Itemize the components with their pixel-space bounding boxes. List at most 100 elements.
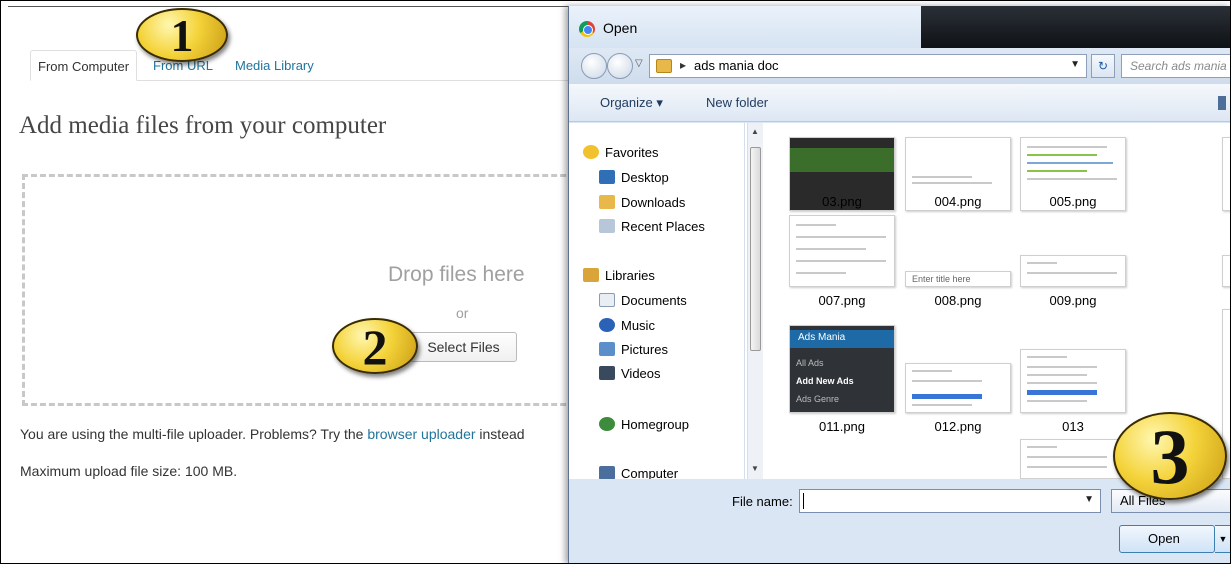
drop-zone[interactable] <box>22 174 602 406</box>
callout-step-3: 3 <box>1113 412 1227 500</box>
callout-step-2: 2 <box>332 318 418 374</box>
nav-documents[interactable]: Documents <box>599 293 687 308</box>
file-thumbnail[interactable] <box>1222 137 1231 211</box>
uploader-note-suffix: instead <box>475 426 525 442</box>
browser-uploader-link[interactable]: browser uploader <box>367 426 475 442</box>
file-name-label: File name: <box>732 494 793 509</box>
dialog-footer: File name: ▼ All Files Open ▼ <box>569 479 1231 564</box>
tab-media-library[interactable]: Media Library <box>228 50 321 81</box>
file-name[interactable]: 007.png <box>789 293 895 308</box>
file-name[interactable]: 03.png <box>789 194 895 209</box>
nav-favorites[interactable]: Favorites <box>583 145 658 160</box>
tab-from-computer[interactable]: From Computer <box>30 50 138 81</box>
homegroup-icon <box>599 417 615 431</box>
file-thumbnail[interactable]: Enter title here <box>905 271 1011 287</box>
file-name[interactable]: 004.png <box>905 194 1011 209</box>
back-button[interactable] <box>581 53 607 79</box>
ads-mania-text: Ads Mania <box>798 332 846 343</box>
refresh-button[interactable]: ↻ <box>1091 54 1115 78</box>
nav-recent-places-label: Recent Places <box>621 219 705 234</box>
dialog-title: Open <box>603 20 638 36</box>
dialog-titlebar[interactable]: Open <box>569 6 921 48</box>
file-name-dropdown-icon[interactable]: ▼ <box>1084 494 1094 505</box>
file-thumbnail[interactable] <box>1020 255 1126 287</box>
uploader-note-prefix: You are using the multi-file uploader. P… <box>20 426 368 442</box>
navigation-pane: Favorites Desktop Downloads Recent Place… <box>569 123 745 481</box>
recent-locations-dropdown-icon[interactable]: ▽ <box>635 58 643 69</box>
file-name[interactable]: 013 <box>1020 419 1126 434</box>
videos-icon <box>599 366 615 380</box>
downloads-folder-icon <box>599 195 615 209</box>
address-row: ▽ ▸ ads mania doc ▼ ↻ Search ads mania d… <box>569 48 1231 84</box>
background-window-edge <box>921 6 1231 48</box>
nav-desktop[interactable]: Desktop <box>599 170 669 185</box>
desktop-icon <box>599 170 615 184</box>
media-uploader-panel: From Computer From URL Media Library Add… <box>8 0 602 564</box>
drop-or-text: or <box>456 305 469 321</box>
breadcrumb-arrow-icon[interactable]: ▸ <box>680 58 686 72</box>
documents-icon <box>599 293 615 307</box>
nav-scrollbar[interactable]: ▲ ▼ <box>747 123 763 479</box>
forward-button[interactable] <box>607 53 633 79</box>
search-input[interactable]: Search ads mania doc <box>1121 54 1231 78</box>
nav-recent-places[interactable]: Recent Places <box>599 219 705 234</box>
star-icon <box>583 145 599 159</box>
scrollbar-thumb[interactable] <box>750 147 761 351</box>
new-folder-button[interactable]: New folder <box>706 95 768 110</box>
file-thumbnail[interactable] <box>1222 255 1231 287</box>
scroll-down-icon[interactable]: ▼ <box>751 464 759 473</box>
nav-documents-label: Documents <box>621 293 687 308</box>
file-thumbnail[interactable] <box>1020 349 1126 413</box>
dialog-toolbar: Organize ▾ New folder <box>569 84 1231 122</box>
address-bar[interactable]: ▸ ads mania doc ▼ <box>649 54 1087 78</box>
open-options-dropdown-icon[interactable]: ▼ <box>1215 525 1231 553</box>
file-name[interactable]: 009.png <box>1020 293 1126 308</box>
file-thumbnail[interactable] <box>1020 439 1126 479</box>
drop-files-text: Drop files here <box>388 263 525 286</box>
add-new-ads-text: Add New Ads <box>796 376 854 386</box>
nav-downloads-label: Downloads <box>621 195 686 210</box>
address-path[interactable]: ads mania doc <box>694 58 779 73</box>
file-thumbnail[interactable] <box>905 363 1011 413</box>
nav-pictures[interactable]: Pictures <box>599 342 668 357</box>
file-thumbnail[interactable] <box>789 215 895 287</box>
file-thumbnail[interactable]: Ads Mania All Ads Add New Ads Ads Genre <box>789 325 895 413</box>
uploader-tabs: From Computer From URL Media Library <box>30 50 570 81</box>
enter-title-text: Enter title here <box>912 274 971 284</box>
all-ads-text: All Ads <box>796 358 824 368</box>
folder-icon <box>656 59 672 73</box>
file-name[interactable]: 011.png <box>789 419 895 434</box>
nav-pictures-label: Pictures <box>621 342 668 357</box>
file-name[interactable]: 012.png <box>905 419 1011 434</box>
text-caret <box>803 493 804 509</box>
address-dropdown-icon[interactable]: ▼ <box>1070 59 1080 70</box>
nav-libraries-label: Libraries <box>605 268 655 283</box>
uploader-note: You are using the multi-file uploader. P… <box>20 426 525 442</box>
file-name[interactable]: 008.png <box>905 293 1011 308</box>
scroll-up-icon[interactable]: ▲ <box>751 127 759 136</box>
nav-downloads[interactable]: Downloads <box>599 195 685 210</box>
chrome-icon <box>579 21 595 37</box>
nav-videos-label: Videos <box>621 366 661 381</box>
nav-homegroup-label: Homegroup <box>621 417 689 432</box>
music-note-icon <box>599 318 615 332</box>
nav-libraries[interactable]: Libraries <box>583 268 655 283</box>
computer-icon <box>599 466 615 480</box>
nav-music[interactable]: Music <box>599 318 655 333</box>
file-name-input[interactable]: ▼ <box>799 489 1101 513</box>
organize-button[interactable]: Organize ▾ <box>600 95 663 111</box>
open-button[interactable]: Open <box>1119 525 1215 553</box>
pictures-icon <box>599 342 615 356</box>
nav-homegroup[interactable]: Homegroup <box>599 417 689 432</box>
select-files-button[interactable]: Select Files <box>410 332 517 362</box>
max-upload-size: Maximum upload file size: 100 MB. <box>20 463 238 479</box>
nav-music-label: Music <box>621 318 655 333</box>
file-name[interactable]: 005.png <box>1020 194 1126 209</box>
top-rule <box>8 6 568 7</box>
view-options-icon[interactable] <box>1218 96 1226 110</box>
nav-desktop-label: Desktop <box>621 170 669 185</box>
nav-videos[interactable]: Videos <box>599 366 661 381</box>
recent-places-icon <box>599 219 615 233</box>
callout-step-1: 1 <box>136 8 228 62</box>
libraries-icon <box>583 268 599 282</box>
